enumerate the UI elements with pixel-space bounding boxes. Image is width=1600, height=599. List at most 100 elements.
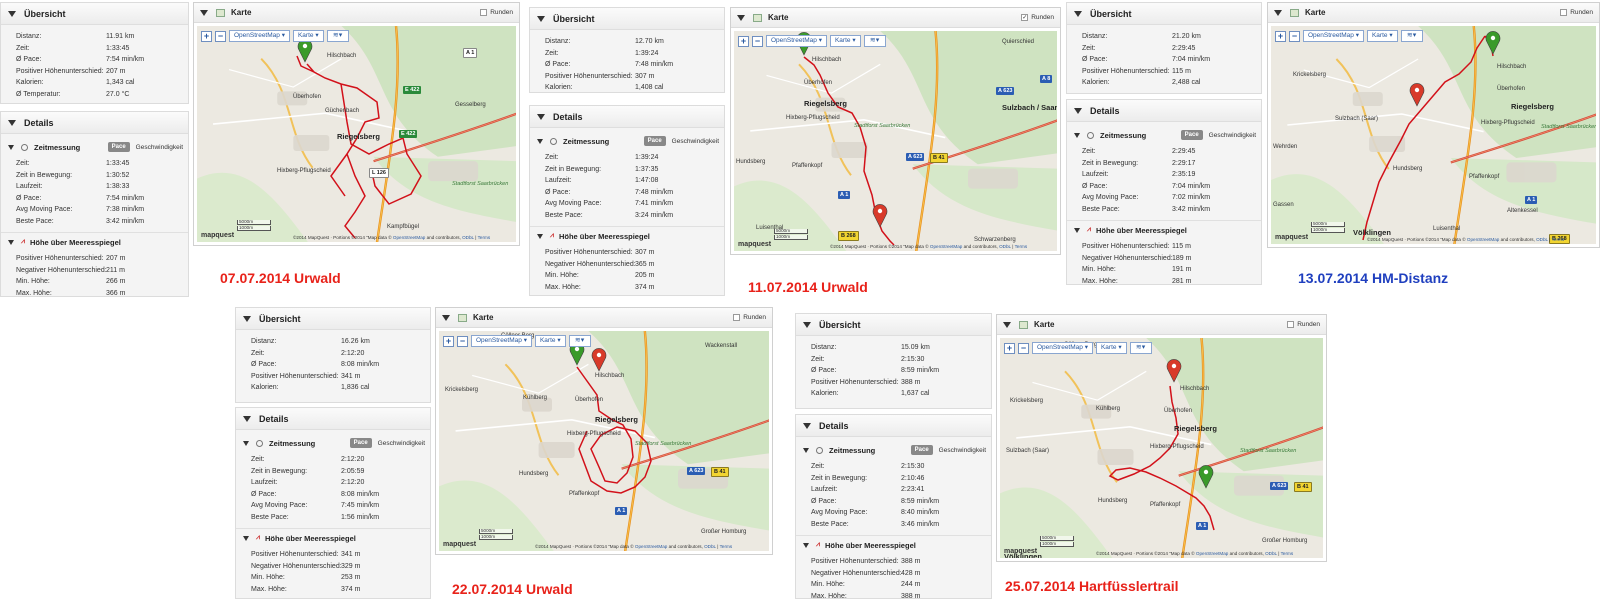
collapse-triangle-icon[interactable] [803, 321, 811, 328]
details-header[interactable]: Details [1067, 100, 1261, 122]
map-canvas[interactable]: Hilschbach Überhofen Riegelsberg Hixberg-Pf… [439, 331, 769, 551]
collapse-triangle-icon[interactable] [442, 314, 450, 321]
pace-toggle-button[interactable]: Pace [107, 142, 130, 152]
timing-section-header[interactable]: Zeitmessung Pace Geschwindigkeit [530, 132, 724, 150]
odbl-link[interactable]: ODbL [1265, 551, 1277, 556]
map-canvas[interactable]: Hilschbach Überhofen Güchenbach Riegelsberg… [197, 26, 516, 242]
zoom-in-button[interactable]: + [1004, 342, 1015, 354]
layers-button[interactable]: ≋▾ [863, 35, 886, 47]
terms-link[interactable]: Terms [478, 235, 491, 240]
map-background[interactable] [1271, 26, 1596, 244]
map-provider-dropdown[interactable]: OpenStreetMap ▾ [471, 335, 532, 347]
map-background[interactable] [734, 31, 1057, 251]
osm-link[interactable]: OpenStreetMap [1467, 237, 1499, 242]
zoom-in-button[interactable]: + [201, 30, 212, 42]
collapse-triangle-icon[interactable] [8, 144, 14, 150]
overview-header[interactable]: Übersicht [530, 8, 724, 30]
elevation-section-header[interactable]: ⩘ Höhe über Meeresspiegel [530, 227, 724, 245]
collapse-triangle-icon[interactable] [1003, 321, 1011, 328]
layers-button[interactable]: ≋▾ [1400, 30, 1423, 42]
collapse-triangle-icon[interactable] [1074, 132, 1080, 138]
collapse-triangle-icon[interactable] [537, 233, 543, 239]
collapse-triangle-icon[interactable] [8, 239, 14, 245]
layers-button[interactable]: ≋▾ [568, 335, 591, 347]
map-type-dropdown[interactable]: Karte ▾ [534, 335, 566, 347]
collapse-triangle-icon[interactable] [200, 9, 208, 16]
pace-toggle-button[interactable]: Pace [910, 445, 933, 455]
timing-section-header[interactable]: Zeitmessung Pace Geschwindigkeit [236, 434, 430, 452]
map-header[interactable]: Karte Runden [436, 308, 772, 328]
collapse-triangle-icon[interactable] [803, 422, 811, 429]
details-header[interactable]: Details [1, 112, 188, 134]
rounds-checkbox[interactable]: ✓ Runden [1021, 14, 1054, 21]
speed-toggle-button[interactable]: Geschwindigkeit [939, 447, 986, 454]
osm-link[interactable]: OpenStreetMap [393, 235, 425, 240]
osm-link[interactable]: OpenStreetMap [930, 244, 962, 249]
collapse-triangle-icon[interactable] [243, 315, 251, 322]
elevation-section-header[interactable]: ⩘ Höhe über Meeresspiegel [1067, 221, 1261, 239]
zoom-in-button[interactable]: + [1275, 30, 1286, 42]
collapse-triangle-icon[interactable] [537, 113, 545, 120]
speed-toggle-button[interactable]: Geschwindigkeit [136, 144, 183, 151]
odbl-link[interactable]: ODbL [462, 235, 474, 240]
zoom-in-button[interactable]: + [443, 335, 454, 347]
elevation-section-header[interactable]: ⩘ Höhe über Meeresspiegel [796, 536, 991, 554]
map-header[interactable]: Karte Runden [1268, 3, 1599, 23]
map-canvas[interactable]: Hilschbach Überhofen Riegelsberg Hixberg-Pf… [734, 31, 1057, 251]
rounds-checkbox[interactable]: Runden [1560, 9, 1593, 16]
collapse-triangle-icon[interactable] [1274, 9, 1282, 16]
terms-link[interactable]: Terms [1015, 244, 1028, 249]
checkbox-icon[interactable] [733, 314, 741, 321]
collapse-triangle-icon[interactable] [8, 119, 16, 126]
zoom-out-button[interactable]: − [752, 35, 763, 47]
map-type-dropdown[interactable]: Karte ▾ [1366, 30, 1398, 42]
collapse-triangle-icon[interactable] [8, 10, 16, 17]
map-type-dropdown[interactable]: Karte ▾ [292, 30, 324, 42]
speed-toggle-button[interactable]: Geschwindigkeit [672, 138, 719, 145]
collapse-triangle-icon[interactable] [243, 440, 249, 446]
zoom-out-button[interactable]: − [1018, 342, 1029, 354]
map-provider-dropdown[interactable]: OpenStreetMap ▾ [1032, 342, 1093, 354]
timing-section-header[interactable]: Zeitmessung Pace Geschwindigkeit [1, 138, 188, 156]
zoom-out-button[interactable]: − [1289, 30, 1300, 42]
rounds-checkbox[interactable]: Runden [1287, 321, 1320, 328]
timing-section-header[interactable]: Zeitmessung Pace Geschwindigkeit [1067, 126, 1261, 144]
pace-toggle-button[interactable]: Pace [349, 438, 372, 448]
checkbox-icon[interactable]: ✓ [1021, 14, 1029, 21]
pace-toggle-button[interactable]: Pace [643, 136, 666, 146]
zoom-in-button[interactable]: + [738, 35, 749, 47]
collapse-triangle-icon[interactable] [243, 535, 249, 541]
details-header[interactable]: Details [236, 408, 430, 430]
collapse-triangle-icon[interactable] [737, 14, 745, 21]
map-provider-dropdown[interactable]: OpenStreetMap ▾ [766, 35, 827, 47]
collapse-triangle-icon[interactable] [243, 415, 251, 422]
odbl-link[interactable]: ODbL [1536, 237, 1548, 242]
map-canvas[interactable]: Hilschbach Überhofen Riegelsberg Hixberg-Pf… [1271, 26, 1596, 244]
map-provider-dropdown[interactable]: OpenStreetMap ▾ [229, 30, 290, 42]
elevation-section-header[interactable]: ⩘ Höhe über Meeresspiegel [1, 233, 188, 251]
elevation-section-header[interactable]: ⩘ Höhe über Meeresspiegel [236, 529, 430, 547]
terms-link[interactable]: Terms [720, 544, 733, 549]
layers-button[interactable]: ≋▾ [1129, 342, 1152, 354]
zoom-out-button[interactable]: − [457, 335, 468, 347]
rounds-checkbox[interactable]: Runden [480, 9, 513, 16]
odbl-link[interactable]: ODbL [704, 544, 716, 549]
checkbox-icon[interactable] [480, 9, 488, 16]
collapse-triangle-icon[interactable] [1074, 10, 1082, 17]
rounds-checkbox[interactable]: Runden [733, 314, 766, 321]
map-header[interactable]: Karte ✓ Runden [731, 8, 1060, 28]
collapse-triangle-icon[interactable] [803, 447, 809, 453]
details-header[interactable]: Details [530, 106, 724, 128]
checkbox-icon[interactable] [1560, 9, 1568, 16]
overview-header[interactable]: Übersicht [796, 314, 991, 336]
checkbox-icon[interactable] [1287, 321, 1295, 328]
speed-toggle-button[interactable]: Geschwindigkeit [378, 440, 425, 447]
pace-toggle-button[interactable]: Pace [1180, 130, 1203, 140]
map-canvas[interactable]: Hilschbach Überhofen Riegelsberg Hixberg-Pf… [1000, 338, 1323, 558]
map-provider-dropdown[interactable]: OpenStreetMap ▾ [1303, 30, 1364, 42]
odbl-link[interactable]: ODbL [999, 244, 1011, 249]
collapse-triangle-icon[interactable] [803, 542, 809, 548]
overview-header[interactable]: Übersicht [236, 308, 430, 330]
map-type-dropdown[interactable]: Karte ▾ [829, 35, 861, 47]
zoom-out-button[interactable]: − [215, 30, 226, 42]
